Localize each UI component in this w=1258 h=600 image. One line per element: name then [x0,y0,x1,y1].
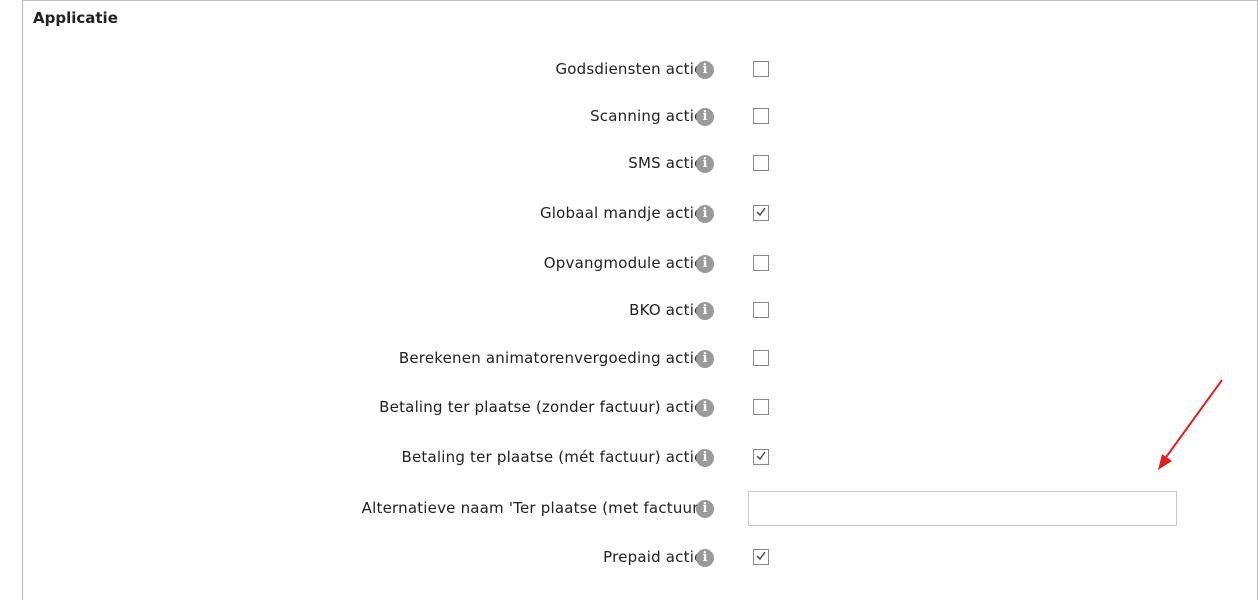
info-icon[interactable]: i [696,255,714,273]
sms-checkbox[interactable] [753,155,769,171]
setting-row-sms: SMS actief i [23,150,1258,178]
info-icon[interactable]: i [696,549,714,567]
animatorenvergoeding-checkbox[interactable] [753,350,769,366]
setting-row-scanning: Scanning actief i [23,103,1258,131]
setting-label: Scanning actief [590,107,709,125]
info-icon[interactable]: i [696,205,714,223]
opvangmodule-checkbox[interactable] [753,255,769,271]
setting-label: Globaal mandje actief [539,204,709,222]
alternatieve-naam-input[interactable] [748,491,1177,526]
prepaid-checkbox[interactable] [753,549,769,565]
info-icon[interactable]: i [696,302,714,320]
applicatie-panel: Applicatie Godsdiensten actief i Scannin… [22,0,1258,600]
setting-label: Opvangmodule actief [543,254,709,272]
setting-row-opvangmodule: Opvangmodule actief i [23,250,1258,278]
setting-row-prepaid: Prepaid actief i [23,544,1258,572]
godsdiensten-checkbox[interactable] [753,61,769,77]
setting-row-globaal-mandje: Globaal mandje actief i [23,200,1258,228]
setting-label: Alternatieve naam 'Ter plaatse (met fact… [361,499,709,517]
setting-row-bko: BKO actief i [23,297,1258,325]
info-icon[interactable]: i [696,449,714,467]
setting-label: Betaling ter plaatse (zonder factuur) ac… [379,398,709,416]
setting-row-betaling-zonder-factuur: Betaling ter plaatse (zonder factuur) ac… [23,394,1258,422]
setting-label: Prepaid actief [603,548,709,566]
scanning-checkbox[interactable] [753,108,769,124]
checkmark-icon [756,551,766,561]
checkmark-icon [756,451,766,461]
info-icon[interactable]: i [696,155,714,173]
info-icon[interactable]: i [696,108,714,126]
setting-row-alternatieve-naam: Alternatieve naam 'Ter plaatse (met fact… [23,491,1258,526]
setting-row-animatorenvergoeding: Berekenen animatorenvergoeding actief i [23,345,1258,373]
info-icon[interactable]: i [696,500,714,518]
info-icon[interactable]: i [696,61,714,79]
setting-label: Betaling ter plaatse (mét factuur) actie… [401,448,709,466]
section-title: Applicatie [33,9,118,27]
red-arrow-annotation [1158,379,1223,470]
setting-label: Berekenen animatorenvergoeding actief [398,349,709,367]
bko-checkbox[interactable] [753,302,769,318]
setting-row-betaling-met-factuur: Betaling ter plaatse (mét factuur) actie… [23,444,1258,472]
info-icon[interactable]: i [696,399,714,417]
betaling-met-factuur-checkbox[interactable] [753,449,769,465]
checkmark-icon [756,207,766,217]
globaal-mandje-checkbox[interactable] [753,205,769,221]
betaling-zonder-factuur-checkbox[interactable] [753,399,769,415]
setting-row-godsdiensten: Godsdiensten actief i [23,56,1258,84]
info-icon[interactable]: i [696,350,714,368]
setting-label: Godsdiensten actief [555,60,709,78]
